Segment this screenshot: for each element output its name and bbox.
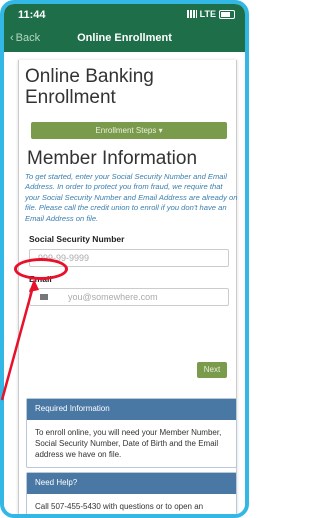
nav-bar: ‹ Back Online Enrollment [4,26,245,52]
home-indicator [89,514,159,517]
status-indicators: LTE [186,9,235,19]
section-title: Member Information [27,148,198,169]
network-label: LTE [199,9,216,19]
required-info-body: To enroll online, you will need your Mem… [35,428,222,459]
enrollment-steps-button[interactable]: Enrollment Steps ▾ [31,122,227,139]
page-title: Online Banking Enrollment [25,66,154,108]
signal-icon [186,10,197,18]
enrollment-card: Online Banking Enrollment Enrollment Ste… [18,60,238,518]
next-button[interactable]: Next [197,362,227,378]
intro-text: To get started, enter your Social Securi… [25,172,238,223]
ssn-label: Social Security Number [29,234,125,244]
help-panel: Need Help? Call 507-455-5430 with questi… [26,472,237,518]
status-time: 11:44 [18,9,46,21]
annotation-circle [14,258,68,280]
envelope-icon [40,294,48,300]
required-info-panel: Required Information To enroll online, y… [26,398,237,468]
page-content: Online Banking Enrollment Enrollment Ste… [4,52,245,518]
required-info-heading: Required Information [27,399,236,420]
battery-icon [219,9,235,19]
status-bar: 11:44 LTE [4,4,245,26]
help-heading: Need Help? [27,473,236,494]
nav-title: Online Enrollment [77,32,172,44]
email-input[interactable]: you@somewhere.com [29,288,229,306]
email-placeholder: you@somewhere.com [68,292,158,302]
help-body: Call 507-455-5430 with questions or to o… [35,502,204,518]
